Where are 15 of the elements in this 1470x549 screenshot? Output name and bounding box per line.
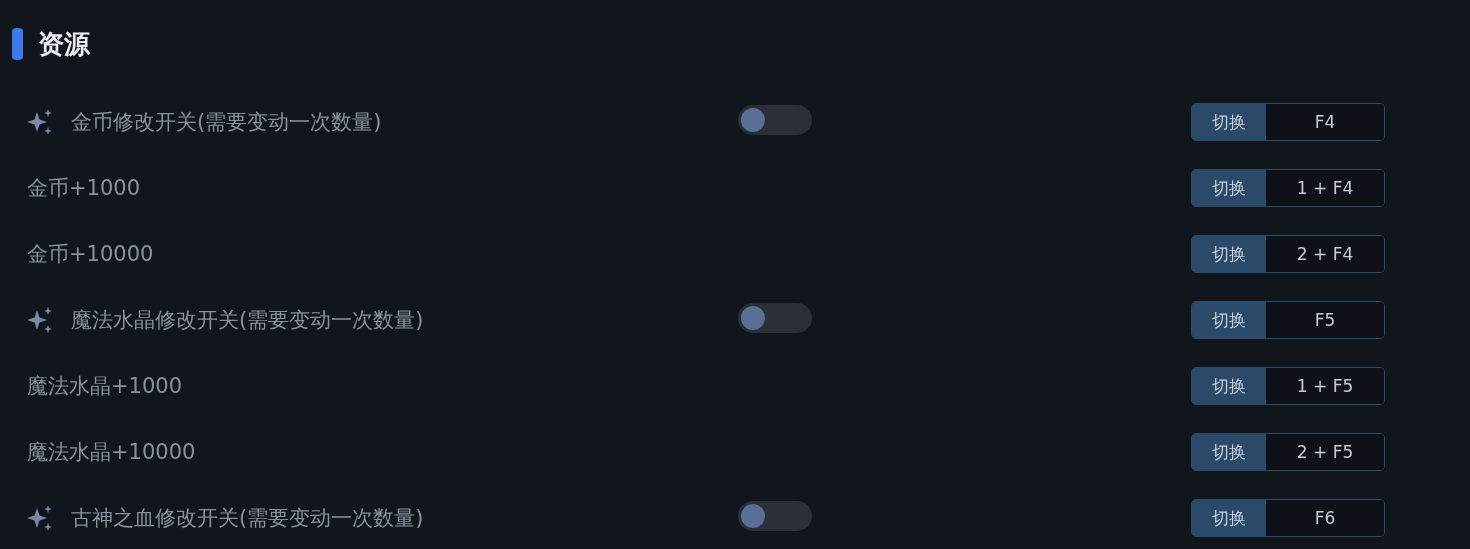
section-title: 资源 <box>38 27 90 61</box>
sparkle-icon <box>27 505 53 531</box>
option-label: 金币+10000 <box>27 241 154 268</box>
option-label: 金币修改开关(需要变动一次数量) <box>71 109 382 136</box>
option-label: 魔法水晶修改开关(需要变动一次数量) <box>71 307 424 334</box>
sparkle-icon <box>27 109 53 135</box>
option-label: 魔法水晶+1000 <box>27 373 183 400</box>
sparkle-icon <box>27 307 53 333</box>
option-label: 魔法水晶+10000 <box>27 439 196 466</box>
section-marker <box>12 28 23 60</box>
option-label: 古神之血修改开关(需要变动一次数量) <box>71 505 424 532</box>
toggle-switch[interactable] <box>738 303 812 333</box>
toggle-switch[interactable] <box>738 105 812 135</box>
option-label: 金币+1000 <box>27 175 141 202</box>
toggle-switch[interactable] <box>738 501 812 531</box>
